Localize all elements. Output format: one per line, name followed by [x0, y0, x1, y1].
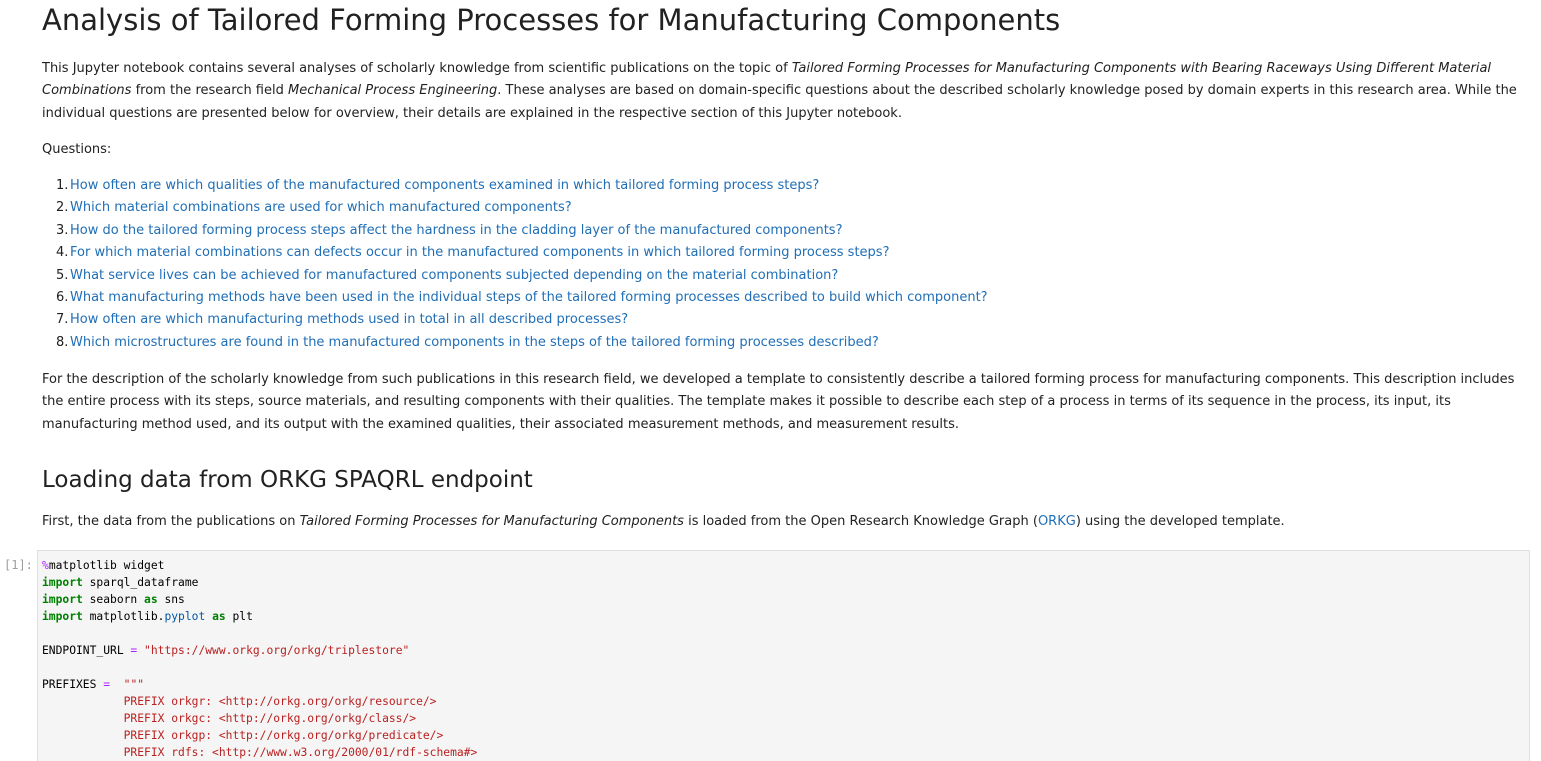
question-number: 3. — [56, 222, 69, 238]
question-number: 7. — [56, 312, 69, 328]
code-token: = — [130, 644, 138, 657]
code-token: sparql_dataframe — [82, 576, 199, 589]
code-token: % — [42, 559, 49, 572]
page-title: Analysis of Tailored Forming Processes f… — [42, 3, 1061, 37]
code-token: sns — [157, 593, 185, 606]
code-token: pyplot — [164, 610, 206, 623]
question-number: 4. — [56, 245, 69, 261]
code-token: seaborn — [82, 593, 145, 606]
question-item: 1. How often are which qualities of the m… — [42, 175, 988, 197]
question-number: 5. — [56, 267, 69, 283]
code-editor[interactable]: %matplotlib widget import sparql_datafra… — [37, 550, 1530, 761]
questions-label: Questions: — [42, 142, 112, 157]
code-text: %matplotlib widget import sparql_datafra… — [42, 557, 477, 761]
question-item: 8. Which microstructures are found in the… — [42, 332, 988, 354]
intro-text-1: This Jupyter notebook contains several a… — [42, 61, 792, 76]
question-link[interactable]: How often are which qualities of the man… — [70, 178, 819, 193]
loading-text-3: ) using the developed template. — [1075, 514, 1285, 529]
code-cell: [1]: %matplotlib widget import sparql_da… — [0, 550, 1541, 761]
orkg-link[interactable]: ORKG — [1038, 514, 1076, 529]
code-token: as — [212, 610, 226, 623]
question-item: 7. How often are which manufacturing meth… — [42, 309, 988, 331]
question-item: 6. What manufacturing methods have been u… — [42, 287, 988, 309]
code-token: import — [42, 593, 83, 606]
loading-paragraph: First, the data from the publications on… — [42, 511, 1517, 533]
question-link[interactable]: How do the tailored forming process step… — [70, 223, 842, 238]
code-token: matplotlib. — [82, 610, 165, 623]
question-item: 4. For which material combinations can de… — [42, 242, 988, 264]
question-link[interactable]: For which material combinations can defe… — [70, 245, 889, 260]
question-link[interactable]: Which microstructures are found in the m… — [70, 335, 879, 350]
question-number: 6. — [56, 290, 69, 306]
question-number: 2. — [56, 200, 69, 216]
code-token: """ — [123, 678, 145, 691]
code-token: import — [42, 576, 83, 589]
code-token: PREFIXES — [42, 678, 104, 691]
code-token: as — [144, 593, 158, 606]
loading-topic: Tailored Forming Processes for Manufactu… — [299, 514, 684, 529]
question-link[interactable]: What service lives can be achieved for m… — [70, 268, 838, 283]
code-token: matplotlib widget — [48, 559, 165, 572]
question-item: 2. Which material combinations are used f… — [42, 197, 988, 219]
code-token: PREFIX rdfs: <http://www.w3.org/2000/01/… — [123, 746, 478, 759]
questions-list: 1. How often are which qualities of the m… — [42, 175, 988, 354]
code-token: plt — [225, 610, 253, 623]
section-heading: Loading data from ORKG SPAQRL endpoint — [42, 467, 533, 493]
code-token: ENDPOINT_URL — [42, 644, 131, 657]
template-description: For the description of the scholarly kno… — [42, 372, 1515, 432]
code-token: = — [103, 678, 111, 691]
loading-text-1: First, the data from the publications on — [42, 514, 300, 529]
code-token: PREFIX orkgc: <http://orkg.org/orkg/clas… — [123, 712, 417, 725]
loading-text-2: is loaded from the Open Research Knowled… — [683, 514, 1038, 529]
question-link[interactable]: What manufacturing methods have been use… — [70, 290, 988, 305]
intro-text-2: from the research field — [131, 83, 288, 99]
question-link[interactable]: How often are which manufacturing method… — [70, 312, 628, 327]
code-token: import — [42, 610, 83, 623]
code-token: PREFIX orkgp: <http://orkg.org/orkg/pred… — [123, 729, 444, 742]
intro-paragraph: This Jupyter notebook contains several a… — [42, 58, 1517, 125]
cell-prompt: [1]: — [4, 558, 33, 572]
question-item: 5. What service lives can be achieved for… — [42, 265, 988, 287]
question-number: 8. — [56, 334, 69, 350]
intro-field: Mechanical Process Engineering — [288, 83, 498, 99]
question-number: 1. — [56, 178, 69, 193]
question-link[interactable]: Which material combinations are used for… — [70, 200, 572, 215]
code-token: "https://www.orkg.org/orkg/triplestore" — [144, 644, 410, 657]
notebook-page: Analysis of Tailored Forming Processes f… — [0, 0, 1541, 761]
code-token: PREFIX orkgr: <http://orkg.org/orkg/reso… — [123, 695, 437, 708]
question-item: 3. How do the tailored forming process st… — [42, 220, 988, 242]
